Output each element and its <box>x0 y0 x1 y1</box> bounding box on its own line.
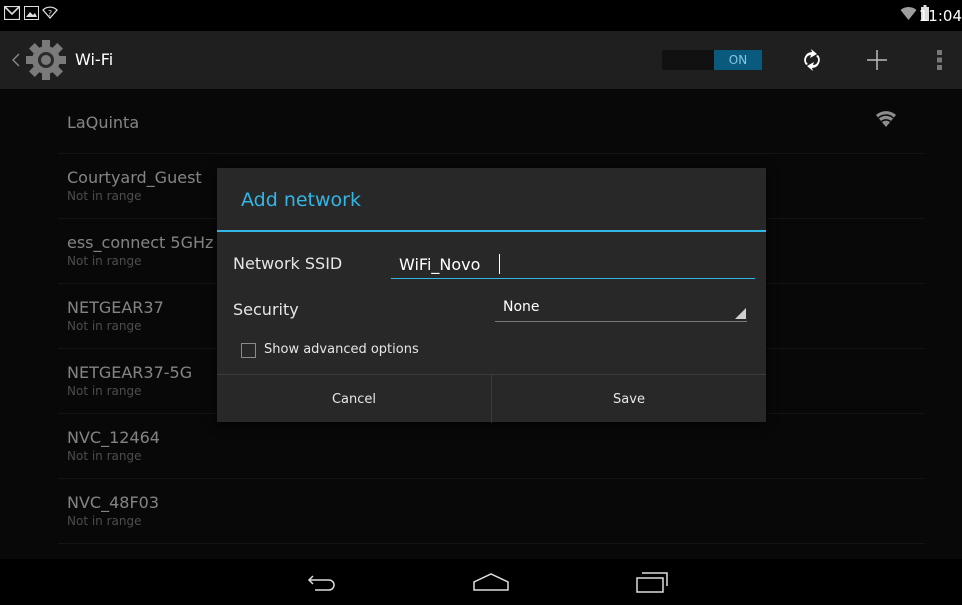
wifi-toggle-on-label: ON <box>714 50 762 70</box>
text-cursor <box>499 254 500 274</box>
add-network-button[interactable] <box>855 37 899 83</box>
up-navigation[interactable]: Wi-Fi <box>0 31 115 89</box>
status-time: 11:04 <box>918 7 962 25</box>
wps-icon <box>804 49 820 71</box>
navigation-bar <box>0 559 962 605</box>
settings-gear-icon <box>26 40 66 80</box>
back-chevron-icon <box>12 53 20 67</box>
nav-home-button[interactable] <box>460 559 520 605</box>
overflow-menu-icon <box>937 50 942 70</box>
wifi-question-icon: ? <box>42 6 58 19</box>
advanced-options-label[interactable]: Show advanced options <box>264 342 419 357</box>
security-dropdown[interactable]: None <box>495 298 747 322</box>
recents-icon <box>636 572 668 593</box>
overflow-menu-button[interactable] <box>925 37 955 83</box>
dropdown-arrow-icon <box>735 308 746 319</box>
nav-recents-button[interactable] <box>620 559 680 605</box>
dialog-title-divider <box>217 230 766 232</box>
add-icon <box>867 50 887 70</box>
nav-back-button[interactable] <box>290 559 350 605</box>
back-icon <box>307 575 335 591</box>
svg-text:?: ? <box>48 9 52 18</box>
save-button[interactable]: Save <box>492 375 766 423</box>
status-bar: ? 11:04 <box>0 0 962 31</box>
image-notification-icon <box>24 6 39 20</box>
cancel-button[interactable]: Cancel <box>217 375 491 423</box>
gmail-icon <box>4 6 20 20</box>
action-bar: Wi-Fi ON <box>0 31 962 89</box>
dialog-title: Add network <box>241 189 361 211</box>
dialog-button-bar: Cancel Save <box>217 374 766 423</box>
wifi-toggle-switch[interactable]: ON <box>662 50 762 70</box>
advanced-options-checkbox[interactable] <box>241 343 256 358</box>
ssid-label: Network SSID <box>233 254 343 273</box>
wps-button[interactable] <box>790 37 834 83</box>
wifi-signal-icon <box>900 6 917 21</box>
add-network-dialog: Add network Network SSID Security None S… <box>217 168 766 423</box>
ssid-input[interactable] <box>391 252 755 279</box>
security-selected-value: None <box>503 299 540 315</box>
home-icon <box>473 573 509 591</box>
page-title: Wi-Fi <box>75 50 114 69</box>
security-label: Security <box>233 300 299 319</box>
